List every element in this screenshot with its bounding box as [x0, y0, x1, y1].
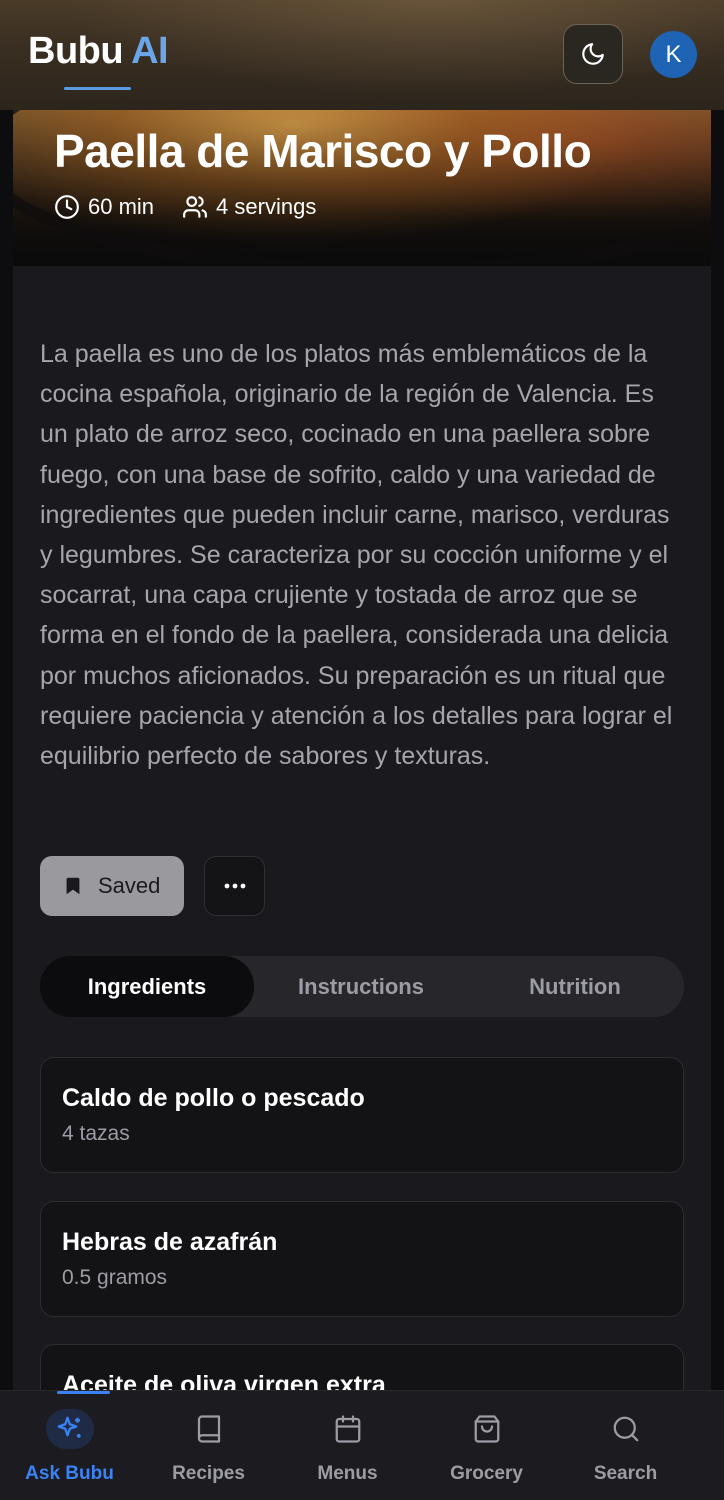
- saved-label: Saved: [98, 873, 161, 898]
- recipe-description: La paella es uno de los platos más emble…: [40, 340, 673, 771]
- app-header: Bubu AI K: [0, 0, 724, 110]
- nav-menus[interactable]: Menus: [278, 1391, 417, 1500]
- shopping-bag-icon: [463, 1409, 511, 1449]
- servings: 4 servings: [182, 194, 316, 220]
- more-options-button[interactable]: [204, 856, 265, 916]
- nav-label: Ask Bubu: [25, 1463, 114, 1484]
- recipe-hero: Paella de Marisco y Pollo 60 min 4 servi…: [13, 110, 711, 266]
- moon-icon: [582, 43, 604, 65]
- ingredient-quantity: 0.5 gramos: [62, 1266, 168, 1289]
- users-icon: [183, 196, 207, 218]
- calendar-icon: [324, 1409, 372, 1449]
- recipe-tabs: Ingredients Instructions Nutrition: [40, 956, 684, 1017]
- ingredient-quantity: 4 tazas: [62, 1122, 130, 1145]
- user-avatar[interactable]: K: [650, 31, 697, 78]
- tab-nutrition[interactable]: Nutrition: [468, 956, 682, 1017]
- ingredient-item: Caldo de pollo o pescado 4 tazas: [40, 1057, 684, 1173]
- cook-time: 60 min: [54, 194, 154, 220]
- nav-grocery[interactable]: Grocery: [417, 1391, 556, 1500]
- more-horizontal-icon: [224, 883, 245, 889]
- book-icon: [185, 1409, 233, 1449]
- bottom-navigation: Ask Bubu Recipes Menus Grocery Search: [0, 1390, 724, 1500]
- ingredient-name: Hebras de azafrán: [62, 1228, 278, 1256]
- brand-logo[interactable]: Bubu AI: [28, 30, 169, 73]
- recipe-title: Paella de Marisco y Pollo: [54, 125, 592, 177]
- nav-label: Search: [593, 1463, 658, 1484]
- nav-search[interactable]: Search: [556, 1391, 695, 1500]
- tab-instructions[interactable]: Instructions: [254, 956, 468, 1017]
- nav-label: Recipes: [172, 1463, 245, 1484]
- clock-icon: [55, 195, 79, 219]
- cook-time-value: 60 min: [88, 194, 155, 219]
- sparkles-icon: [45, 1409, 94, 1449]
- brand-name: Bubu: [28, 30, 124, 72]
- brand-underline: [64, 87, 131, 90]
- nav-ask-bubu[interactable]: Ask Bubu: [0, 1391, 139, 1500]
- search-icon: [602, 1409, 650, 1449]
- saved-button[interactable]: Saved: [40, 856, 184, 916]
- nav-label: Menus: [317, 1463, 378, 1484]
- brand-ai: AI: [131, 30, 169, 72]
- ingredient-name: Caldo de pollo o pescado: [62, 1084, 365, 1112]
- recipe-card: La paella es uno de los platos más emble…: [13, 266, 711, 1466]
- bookmark-icon: [66, 877, 80, 895]
- recipe-meta: 60 min 4 servings: [54, 194, 344, 220]
- theme-toggle-button[interactable]: [563, 24, 623, 84]
- nav-label: Grocery: [450, 1463, 523, 1484]
- tab-ingredients[interactable]: Ingredients: [40, 956, 254, 1017]
- ingredient-item: Hebras de azafrán 0.5 gramos: [40, 1201, 684, 1317]
- nav-recipes[interactable]: Recipes: [139, 1391, 278, 1500]
- servings-value: 4 servings: [216, 194, 317, 219]
